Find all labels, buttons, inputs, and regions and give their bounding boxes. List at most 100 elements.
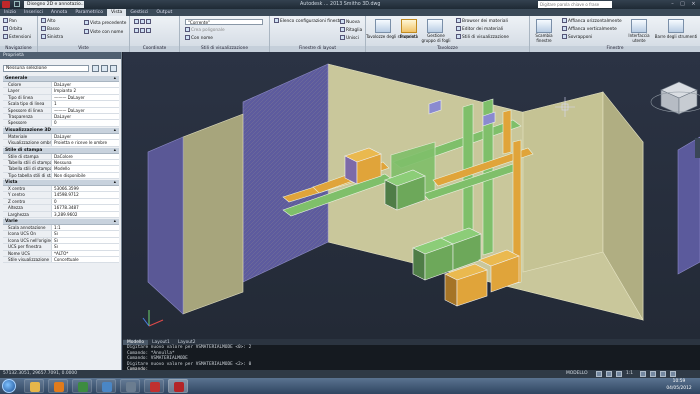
property-value[interactable]: Sì <box>51 244 119 250</box>
cascade-button[interactable]: Sovrapponi <box>562 34 592 41</box>
selection-dropdown[interactable]: Nessuna selezione <box>3 65 89 72</box>
tool-palettes-icon[interactable] <box>375 19 391 33</box>
property-value[interactable]: DaLayer <box>51 113 119 120</box>
property-value[interactable]: Impianto 2 <box>51 88 119 94</box>
view-top-button[interactable]: Alto <box>41 18 55 25</box>
view-bottom-button[interactable]: Basso <box>41 26 60 33</box>
select-objects-icon[interactable] <box>101 65 108 72</box>
ucs-button[interactable] <box>134 19 152 26</box>
user-interface-icon[interactable] <box>631 19 647 33</box>
property-value[interactable]: *ALTO* <box>51 250 119 256</box>
drawing-viewport[interactable] <box>123 52 700 339</box>
property-value[interactable]: ——— DaLayer <box>51 94 119 101</box>
taskbar-app[interactable] <box>144 379 164 393</box>
taskbar-app[interactable] <box>72 379 92 393</box>
model-3d-view[interactable] <box>123 52 700 339</box>
workspace-selector[interactable]: Disegno 2D e annotazio... <box>24 1 84 8</box>
property-value[interactable]: 3,289.9602 <box>51 211 119 218</box>
view-left-button[interactable]: Sinistra <box>41 34 63 41</box>
toolbars-icon[interactable] <box>668 19 684 33</box>
property-value[interactable]: Sì <box>51 231 119 237</box>
property-value[interactable]: Sì <box>51 237 119 244</box>
scrollbar-icon[interactable] <box>695 138 700 158</box>
minimize-icon[interactable]: – <box>668 1 677 8</box>
materials-editor-button[interactable]: Editor dei materiali <box>456 26 503 33</box>
tab-output[interactable]: Output <box>152 9 176 16</box>
property-value[interactable]: 1 <box>51 101 119 107</box>
pan-button[interactable]: Pan <box>3 18 17 25</box>
property-row[interactable]: Larghezza 3,289.9602 <box>3 211 119 219</box>
extents-button[interactable]: Estensioni <box>3 34 31 41</box>
orbit-button[interactable]: Orbita <box>3 26 22 33</box>
property-row[interactable]: Stile visualizzazione Concettuale <box>3 256 119 264</box>
tile-vertical-button[interactable]: Affianca verticalmente <box>562 26 617 33</box>
property-value[interactable]: Nessuna <box>51 159 119 166</box>
named-style-button[interactable]: Con nome <box>185 35 213 42</box>
quick-view-icon[interactable] <box>596 371 602 377</box>
annotation-scale-icon[interactable] <box>616 371 622 377</box>
new-viewport-button[interactable]: Nuova <box>340 19 360 26</box>
property-value[interactable]: DaLayer <box>51 82 119 88</box>
annotation-scale[interactable]: 1:1 <box>626 370 633 378</box>
quick-access-icon[interactable] <box>14 1 20 7</box>
taskbar-app[interactable] <box>96 379 116 393</box>
clean-screen-icon[interactable] <box>670 371 676 377</box>
property-value[interactable]: Concettuale <box>51 256 119 263</box>
maximize-icon[interactable]: □ <box>678 1 687 8</box>
materials-browser-button[interactable]: Browser dei materiali <box>456 18 508 25</box>
taskbar-app[interactable] <box>168 379 188 393</box>
sheet-set-icon[interactable] <box>427 19 443 33</box>
tab-vista[interactable]: Vista <box>107 9 127 16</box>
toggle-pickadd-icon[interactable] <box>92 65 99 72</box>
quick-select-icon[interactable] <box>110 65 117 72</box>
property-value[interactable]: Non disponibile <box>51 172 119 179</box>
create-polygonal-button[interactable]: Crea poligonale <box>185 27 225 34</box>
property-value[interactable]: Modello <box>51 166 119 172</box>
command-line[interactable]: Digitare nuovo valore per VSMATERIALMODE… <box>123 345 700 372</box>
property-row[interactable]: Visualizzazione ombre Proietta e riceve l… <box>3 140 119 147</box>
property-value[interactable]: DaColore <box>51 153 119 159</box>
tile-horizontal-button[interactable]: Affianca orizzontalmente <box>562 18 622 25</box>
application-logo-icon[interactable] <box>2 1 10 8</box>
tab-inizio[interactable]: Inizio <box>0 9 20 16</box>
clip-viewport-button[interactable]: Ritaglia <box>340 27 362 34</box>
property-value[interactable]: 0 <box>51 120 119 126</box>
taskbar-app[interactable] <box>48 379 68 393</box>
workspace-icon[interactable] <box>640 371 646 377</box>
taskbar-app[interactable] <box>24 379 44 393</box>
close-icon[interactable]: × <box>689 1 698 8</box>
property-value[interactable]: 0 <box>51 198 119 205</box>
lock-icon[interactable] <box>650 371 656 377</box>
property-value[interactable]: 53066.3599 <box>51 186 119 192</box>
title-bar: Disegno 2D e annotazio... Autodesk ... 2… <box>0 0 700 9</box>
property-row[interactable]: Spessore 0 <box>3 120 119 127</box>
property-value[interactable]: ——— DaLayer <box>51 107 119 113</box>
join-viewport-button[interactable]: Unisci <box>340 35 359 42</box>
tab-parametrico[interactable]: Parametrico <box>71 9 107 16</box>
layout-view-icon[interactable] <box>606 371 612 377</box>
named-views-button[interactable]: Viste con nome <box>84 29 123 36</box>
property-value[interactable]: 1:1 <box>51 225 119 231</box>
system-clock[interactable]: 10:59 04/05/2012 <box>662 379 696 392</box>
property-row[interactable]: Tipo tabella stili di sta...Non disponib… <box>3 172 119 180</box>
start-button[interactable] <box>2 379 16 393</box>
ucs-tools[interactable] <box>134 28 152 35</box>
search-input[interactable]: Digitare parola chiave o frase <box>538 1 612 8</box>
previous-view-button[interactable]: Vista precedente <box>84 20 126 27</box>
model-space-toggle[interactable]: MODELLO <box>566 370 588 378</box>
taskbar-app[interactable] <box>120 379 140 393</box>
viewport-config-button[interactable]: Elenco configurazioni finestra <box>274 18 344 25</box>
properties-icon[interactable] <box>401 19 417 33</box>
tab-annota[interactable]: Annota <box>47 9 71 16</box>
switch-windows-icon[interactable] <box>536 19 552 33</box>
property-value[interactable]: 16778.3487 <box>51 205 119 211</box>
property-name: Spessore di linea <box>8 107 43 113</box>
visual-style-dropdown[interactable]: "Corrente" <box>185 19 263 25</box>
property-value[interactable]: 14598.9712 <box>51 192 119 198</box>
tab-inserisci[interactable]: Inserisci <box>20 9 47 16</box>
tab-gestisci[interactable]: Gestisci <box>126 9 152 16</box>
property-value[interactable]: Proietta e riceve le ombre <box>51 140 119 146</box>
visual-styles-button[interactable]: Stili di visualizzazione <box>456 34 509 41</box>
settings-icon[interactable] <box>660 371 666 377</box>
property-value[interactable]: DaLayer <box>51 133 119 140</box>
